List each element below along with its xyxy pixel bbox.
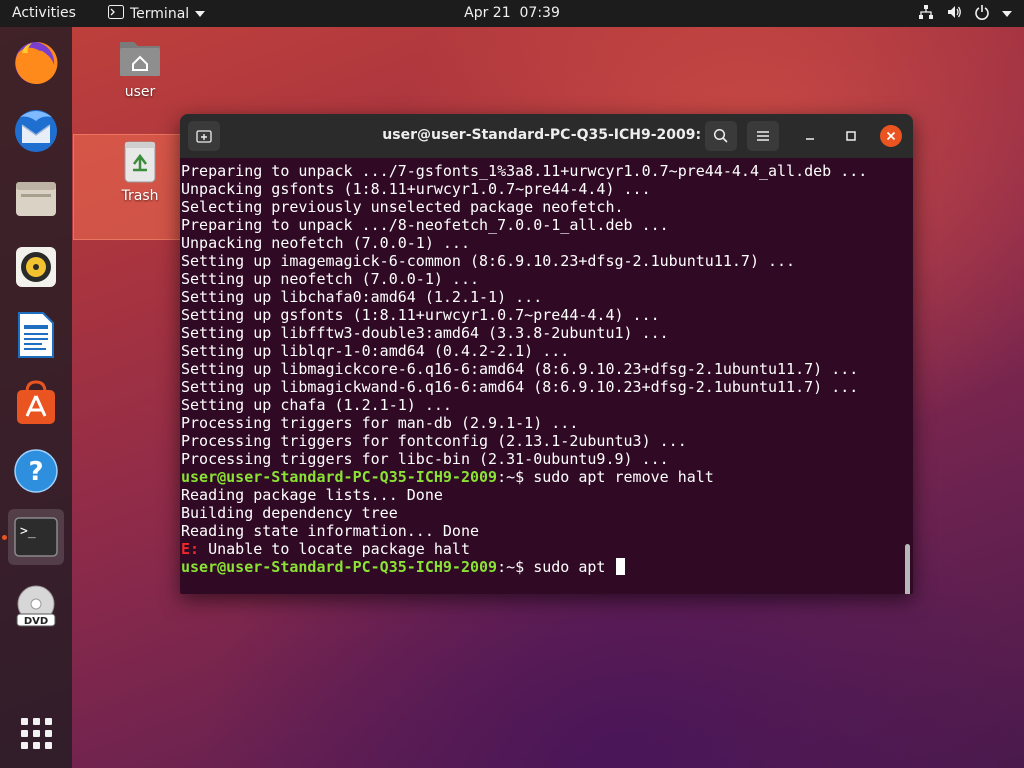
- output-line: Setting up libfftw3-double3:amd64 (3.3.8…: [181, 324, 669, 342]
- terminal-text: Preparing to unpack .../7-gsfonts_1%3a8.…: [181, 162, 867, 576]
- window-title: user@user-Standard-PC-Q35-ICH9-2009: ~: [382, 127, 718, 143]
- terminal-app-icon: [108, 5, 124, 23]
- terminal-icon[interactable]: >_: [8, 509, 64, 565]
- terminal-window: user@user-Standard-PC-Q35-ICH9-2009: ~ P…: [180, 114, 913, 594]
- ubuntu-software-icon[interactable]: [8, 375, 64, 431]
- show-applications-button[interactable]: [8, 705, 64, 761]
- output-line: Unpacking neofetch (7.0.0-1) ...: [181, 234, 470, 252]
- output-line: Processing triggers for man-db (2.9.1-1)…: [181, 414, 579, 432]
- maximize-icon: [846, 131, 856, 141]
- output-line: Processing triggers for libc-bin (2.31-0…: [181, 450, 669, 468]
- output-line: Setting up imagemagick-6-common (8:6.9.1…: [181, 252, 796, 270]
- maximize-button[interactable]: [836, 121, 866, 151]
- search-icon: [713, 128, 728, 143]
- app-menu[interactable]: Terminal: [108, 5, 206, 23]
- thunderbird-icon[interactable]: [8, 103, 64, 159]
- desktop-icon-label: Trash: [121, 188, 159, 204]
- title-bar[interactable]: user@user-Standard-PC-Q35-ICH9-2009: ~: [180, 114, 913, 158]
- output-line: Processing triggers for fontconfig (2.13…: [181, 432, 687, 450]
- close-icon: [886, 131, 896, 141]
- svg-text:DVD: DVD: [24, 616, 48, 627]
- firefox-icon[interactable]: [8, 35, 64, 91]
- activities-button[interactable]: Activities: [12, 5, 76, 21]
- svg-text:>_: >_: [20, 524, 36, 539]
- output-line: Setting up chafa (1.2.1-1) ...: [181, 396, 452, 414]
- output-line: Setting up neofetch (7.0.0-1) ...: [181, 270, 480, 288]
- power-icon[interactable]: [974, 4, 990, 24]
- close-button[interactable]: [880, 125, 902, 147]
- hamburger-icon: [757, 131, 769, 141]
- new-tab-button[interactable]: [188, 121, 220, 151]
- output-line: Reading package lists... Done: [181, 486, 443, 504]
- chevron-down-icon: [195, 11, 206, 17]
- top-bar: Activities Terminal Apr 21 07:39: [0, 0, 1024, 27]
- prompt: user@user-Standard-PC-Q35-ICH9-2009: [181, 468, 498, 486]
- running-indicator: [2, 535, 7, 540]
- text-cursor: [616, 558, 626, 575]
- error-prefix: E:: [181, 540, 200, 558]
- desktop-icon-home[interactable]: user: [108, 36, 172, 100]
- desktop-icon-label: user: [124, 84, 156, 100]
- clock-button[interactable]: Apr 21 07:39: [464, 5, 560, 21]
- help-icon[interactable]: ?: [8, 443, 64, 499]
- output-line: Setting up gsfonts (1:8.11+urwcyr1.0.7~p…: [181, 306, 660, 324]
- command-text: sudo apt remove halt: [533, 468, 714, 486]
- terminal-output[interactable]: Preparing to unpack .../7-gsfonts_1%3a8.…: [180, 158, 913, 594]
- new-tab-icon: [196, 130, 212, 143]
- scrollbar[interactable]: [905, 544, 910, 594]
- menu-button[interactable]: [747, 121, 779, 151]
- network-icon[interactable]: [918, 4, 934, 24]
- output-line: Selecting previously unselected package …: [181, 198, 624, 216]
- prompt-suffix: :~$: [497, 558, 534, 576]
- output-line: Setting up liblqr-1-0:amd64 (0.4.2-2.1) …: [181, 342, 570, 360]
- files-icon[interactable]: [8, 171, 64, 227]
- error-line: E: Unable to locate package halt: [181, 540, 867, 558]
- time-label: 07:39: [519, 5, 560, 21]
- date-label: Apr 21: [464, 5, 511, 21]
- output-line: Unpacking gsfonts (1:8.11+urwcyr1.0.7~pr…: [181, 180, 651, 198]
- rhythmbox-icon[interactable]: [8, 239, 64, 295]
- home-folder-icon: [120, 42, 160, 76]
- minimize-icon: [806, 138, 814, 140]
- libreoffice-writer-icon[interactable]: [8, 307, 64, 363]
- system-tray[interactable]: [918, 4, 1012, 24]
- prompt: user@user-Standard-PC-Q35-ICH9-2009: [181, 558, 498, 576]
- apps-grid-icon: [20, 717, 52, 749]
- search-button[interactable]: [705, 121, 737, 151]
- output-line: Preparing to unpack .../7-gsfonts_1%3a8.…: [181, 162, 868, 180]
- svg-text:?: ?: [28, 457, 43, 487]
- command-line: user@user-Standard-PC-Q35-ICH9-2009:~$ s…: [181, 468, 867, 486]
- error-text: Unable to locate package halt: [199, 540, 470, 558]
- output-line: Preparing to unpack .../8-neofetch_7.0.0…: [181, 216, 669, 234]
- minimize-button[interactable]: [795, 121, 825, 151]
- app-menu-label: Terminal: [130, 6, 190, 22]
- output-line: Setting up libmagickcore-6.q16-6:amd64 (…: [181, 360, 859, 378]
- output-line: Reading state information... Done: [181, 522, 480, 540]
- desktop-icon-trash[interactable]: Trash: [108, 140, 172, 204]
- output-line: Setting up libchafa0:amd64 (1.2.1-1) ...: [181, 288, 543, 306]
- current-input[interactable]: sudo apt: [533, 558, 614, 576]
- output-line: Building dependency tree: [181, 504, 398, 522]
- trash-icon: [124, 141, 156, 183]
- chevron-down-icon[interactable]: [1002, 11, 1012, 17]
- dvd-icon[interactable]: DVD: [8, 579, 64, 635]
- dock: ? >_ DVD: [0, 27, 72, 768]
- output-line: Setting up libmagickwand-6.q16-6:amd64 (…: [181, 378, 859, 396]
- input-line[interactable]: user@user-Standard-PC-Q35-ICH9-2009:~$ s…: [181, 558, 867, 576]
- volume-icon[interactable]: [946, 4, 962, 24]
- prompt-suffix: :~$: [497, 468, 534, 486]
